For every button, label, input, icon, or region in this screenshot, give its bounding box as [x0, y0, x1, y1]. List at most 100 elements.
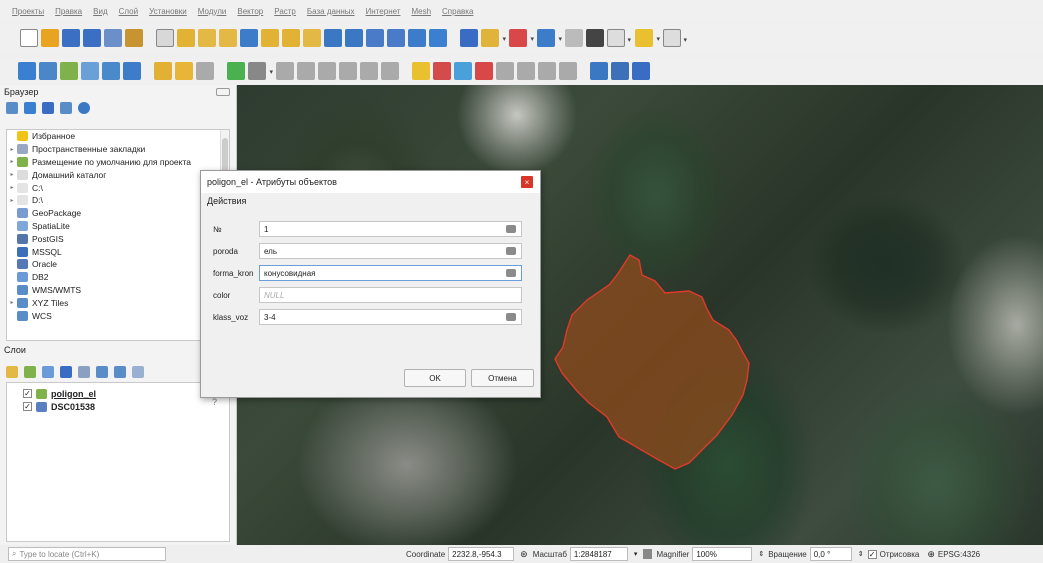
zoom-to-layer-icon[interactable] [282, 29, 300, 47]
ok-button[interactable]: OK [404, 369, 466, 387]
tree-crown-polygon[interactable] [554, 254, 750, 470]
menu-item-10[interactable]: Mesh [411, 7, 431, 16]
rotation-spinbox[interactable]: 0,0 ° [809, 547, 852, 561]
layer-item[interactable]: ✓ poligon_el [7, 387, 229, 400]
save-as-icon[interactable] [83, 29, 101, 47]
deselect-icon[interactable]: ▾ [509, 29, 534, 47]
label-tool-icon[interactable] [412, 62, 430, 80]
browser-item[interactable]: WCS [7, 309, 229, 322]
open-attribute-table-icon[interactable]: ▾ [537, 29, 562, 47]
change-label-icon[interactable] [559, 62, 577, 80]
field-calculator-icon[interactable] [565, 29, 583, 47]
show-hide-labels-icon[interactable] [496, 62, 514, 80]
layer-labeling-icon[interactable] [433, 62, 451, 80]
browser-item[interactable]: ▸ XYZ Tiles [7, 296, 229, 309]
browser-item[interactable]: Oracle [7, 258, 229, 271]
new-shapefile-layer-icon[interactable] [60, 62, 78, 80]
new-spatialite-layer-icon[interactable] [81, 62, 99, 80]
coordinate-field[interactable]: 2232.8,-954.3 [448, 547, 515, 561]
magnifier-spinbox[interactable]: 100% [692, 547, 753, 561]
new-temp-layer-icon[interactable] [102, 62, 120, 80]
measure-icon[interactable]: ▾ [607, 29, 631, 47]
field-input[interactable]: конусовидная [259, 265, 522, 281]
browser-item[interactable]: ▸ Пространственные закладки [7, 143, 229, 156]
expand-all-icon[interactable] [96, 366, 108, 378]
copy-features-icon[interactable] [318, 62, 336, 80]
field-input[interactable]: 3-4 [259, 309, 522, 325]
paste-features-icon[interactable] [339, 62, 357, 80]
pin-labels-icon[interactable] [475, 62, 493, 80]
menu-item-2[interactable]: Вид [93, 7, 107, 16]
scale-dropdown-icon[interactable]: ▾ [634, 550, 638, 558]
clear-field-icon[interactable] [506, 269, 516, 277]
collapse-all-layers-icon[interactable] [114, 366, 126, 378]
style-manager-icon[interactable] [125, 29, 143, 47]
expand-arrow-icon[interactable]: ▸ [7, 146, 17, 153]
clear-field-icon[interactable] [506, 225, 516, 233]
extents-toggle-icon[interactable]: ⊛ [520, 549, 528, 560]
zoom-to-selection-icon[interactable] [261, 29, 279, 47]
layer-visibility-checkbox[interactable]: ✓ [23, 389, 32, 398]
dropdown-arrow-icon[interactable]: ▾ [269, 68, 273, 76]
help-icon[interactable] [632, 62, 650, 80]
digitizer-plugin-icon[interactable] [590, 62, 608, 80]
menu-item-1[interactable]: Правка [55, 7, 82, 16]
delete-selected-icon[interactable] [276, 62, 294, 80]
menu-item-9[interactable]: Интернет [366, 7, 401, 16]
crs-globe-icon[interactable]: ⊕ [927, 549, 935, 560]
menu-item-11[interactable]: Справка [442, 7, 473, 16]
browser-item[interactable]: ▸ D:\ [7, 194, 229, 207]
show-bookmarks-icon[interactable] [408, 29, 426, 47]
field-input[interactable]: ель [259, 243, 522, 259]
expand-arrow-icon[interactable]: ▸ [7, 158, 17, 165]
dropdown-arrow-icon[interactable]: ▾ [627, 36, 631, 44]
actions-label[interactable]: Действия [207, 196, 246, 206]
menu-item-4[interactable]: Установки [149, 7, 187, 16]
cancel-button[interactable]: Отмена [471, 369, 534, 387]
render-checkbox[interactable]: ✓ [867, 549, 877, 559]
new-project-icon[interactable] [20, 29, 38, 47]
browser-item[interactable]: PostGIS [7, 232, 229, 245]
browser-item[interactable]: ▸ Домашний каталог [7, 168, 229, 181]
expand-arrow-icon[interactable]: ▸ [7, 184, 17, 191]
zoom-in-icon[interactable] [198, 29, 216, 47]
collapse-all-icon[interactable] [60, 102, 72, 114]
add-group-icon[interactable] [24, 366, 36, 378]
layer-diagram-icon[interactable] [454, 62, 472, 80]
statistics-icon[interactable] [586, 29, 604, 47]
browser-item[interactable]: Избранное [7, 130, 229, 143]
dropdown-arrow-icon[interactable]: ▾ [530, 35, 534, 43]
zoom-next-icon[interactable] [345, 29, 363, 47]
toggle-editing-icon[interactable] [175, 62, 193, 80]
magnifier-stepper-icon[interactable]: ⇕ [758, 550, 764, 558]
rotate-label-icon[interactable] [538, 62, 556, 80]
style-panel-icon[interactable] [6, 366, 18, 378]
field-input[interactable]: 1 [259, 221, 522, 237]
properties-icon[interactable] [78, 102, 90, 114]
field-input[interactable]: NULL [259, 287, 522, 303]
layer-item[interactable]: ✓ DSC01538 [7, 400, 229, 413]
add-selected-layers-icon[interactable] [6, 102, 18, 114]
pan-to-selection-icon[interactable] [177, 29, 195, 47]
text-annotation-icon[interactable]: ▾ [663, 29, 687, 47]
filter-expression-icon[interactable] [78, 366, 90, 378]
scale-combobox[interactable]: 1:2848187 [569, 547, 628, 561]
data-source-manager-icon[interactable] [18, 62, 36, 80]
zoom-out-icon[interactable] [219, 29, 237, 47]
manage-visibility-icon[interactable] [42, 366, 54, 378]
browser-item[interactable]: GeoPackage [7, 207, 229, 220]
new-bookmark-icon[interactable] [387, 29, 405, 47]
map-tips-icon[interactable]: ▾ [635, 29, 660, 47]
identify-icon[interactable] [460, 29, 478, 47]
clear-field-icon[interactable] [506, 247, 516, 255]
save-project-icon[interactable] [62, 29, 80, 47]
menu-item-7[interactable]: Растр [274, 7, 296, 16]
python-console-icon[interactable] [611, 62, 629, 80]
current-edits-icon[interactable] [154, 62, 172, 80]
filter-legend-icon[interactable] [60, 366, 72, 378]
new-map-view-icon[interactable] [366, 29, 384, 47]
new-virtual-layer-icon[interactable] [123, 62, 141, 80]
open-project-icon[interactable] [41, 29, 59, 47]
dropdown-arrow-icon[interactable]: ▾ [558, 35, 562, 43]
cut-features-icon[interactable] [297, 62, 315, 80]
